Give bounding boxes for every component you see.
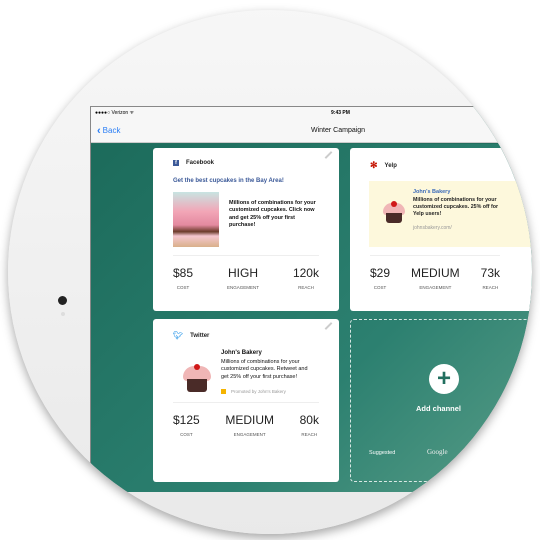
add-channel-label: Add channel	[416, 404, 462, 413]
back-label: Back	[102, 126, 121, 135]
cost-label: COST	[373, 285, 387, 290]
status-bar: ●●●●○ Verizon ᯤ 9:43 PM	[91, 107, 532, 119]
ad-headline: Get the best cupcakes in the Bay Area!	[173, 178, 284, 184]
add-channel-tile[interactable]: + Add channel Suggested Google	[350, 319, 532, 482]
cupcake-image	[383, 201, 405, 223]
clock: 9:43 PM	[331, 110, 350, 116]
twitter-ad-preview: John's Bakery Millions of combinations f…	[173, 350, 319, 395]
facebook-icon: f	[173, 160, 179, 166]
engagement-value: HIGH	[227, 266, 258, 280]
tablet-device: ●●●●○ Verizon ᯤ 9:43 PM ‹ Back Winter Cam…	[8, 10, 532, 534]
suggested-label: Suggested	[369, 450, 396, 456]
magnifier-lens: ●●●●○ Verizon ᯤ 9:43 PM ‹ Back Winter Cam…	[8, 10, 532, 534]
reach-value: 120k	[292, 266, 319, 280]
reach-label: REACH	[298, 285, 314, 290]
edit-icon[interactable]	[324, 151, 333, 159]
channel-name: Facebook	[186, 160, 215, 166]
ad-url: johnsbakery.com/	[413, 225, 452, 232]
chevron-left-icon: ‹	[97, 124, 101, 137]
engagement-label: ENGAGEMENT	[233, 432, 266, 438]
business-name: John's Bakery	[413, 189, 451, 195]
stats-row: $125 COST MEDIUM ENGAGEMENT 80k REACH	[173, 402, 319, 437]
cupcake-image	[173, 192, 219, 247]
cost-value: $125	[173, 413, 200, 428]
twitter-card[interactable]: 🐦︎ Twitter John's Bakery Millions of comb…	[153, 319, 339, 482]
engagement-value: MEDIUM	[411, 266, 460, 280]
page-title: Winter Campaign	[311, 127, 366, 134]
yelp-icon: ✻	[370, 160, 378, 170]
promoted-label: Promoted by John's Bakery	[231, 389, 286, 395]
yelp-ad-preview: John's Bakery Millions of combinations f…	[369, 181, 532, 247]
reach-value: 73k	[480, 266, 500, 280]
engagement-label: ENGAGEMENT	[226, 285, 259, 290]
edit-icon[interactable]	[324, 322, 333, 330]
reach-label: REACH	[301, 432, 318, 438]
cost-value: $29	[370, 266, 391, 280]
carrier: ●●●●○ Verizon ᯤ	[95, 110, 135, 116]
ad-body: Millions of combinations for your custom…	[221, 359, 308, 380]
channel-name: Yelp	[384, 162, 397, 169]
stats-row: $85 COST HIGH ENGAGEMENT 120k REACH	[173, 255, 319, 290]
nav-bar: ‹ Back Winter Campaign	[91, 119, 532, 143]
cost-value: $85	[173, 266, 194, 280]
promoted-icon	[221, 389, 226, 395]
ad-body: Millions of combinations for your custom…	[413, 197, 499, 218]
cost-label: COST	[180, 432, 193, 438]
back-button[interactable]: ‹ Back	[97, 125, 120, 137]
camera-icon	[58, 296, 67, 305]
yelp-card[interactable]: ✻ Yelp John's Bakery Millions of combinat…	[350, 148, 532, 311]
suggested-channel-google[interactable]: Google	[427, 448, 448, 456]
cost-label: COST	[176, 285, 190, 290]
twitter-icon: 🐦︎	[173, 331, 184, 340]
screen: ●●●●○ Verizon ᯤ 9:43 PM ‹ Back Winter Cam…	[90, 106, 532, 492]
plus-icon[interactable]: +	[429, 364, 459, 394]
engagement-value: MEDIUM	[225, 413, 274, 428]
ad-body: Millions of combinations for your custom…	[229, 200, 316, 229]
stats-row: $29 COST MEDIUM ENGAGEMENT 73k REACH	[370, 255, 500, 290]
channels-area: f Facebook Get the best cupcakes in the B…	[91, 144, 532, 492]
business-name: John's Bakery	[221, 350, 262, 356]
cupcake-image	[183, 364, 211, 392]
facebook-card[interactable]: f Facebook Get the best cupcakes in the B…	[153, 148, 339, 311]
engagement-label: ENGAGEMENT	[419, 285, 452, 290]
sensor-dot	[61, 312, 65, 316]
reach-value: 80k	[299, 413, 319, 428]
reach-label: REACH	[482, 285, 499, 290]
channel-name: Twitter	[190, 332, 210, 339]
